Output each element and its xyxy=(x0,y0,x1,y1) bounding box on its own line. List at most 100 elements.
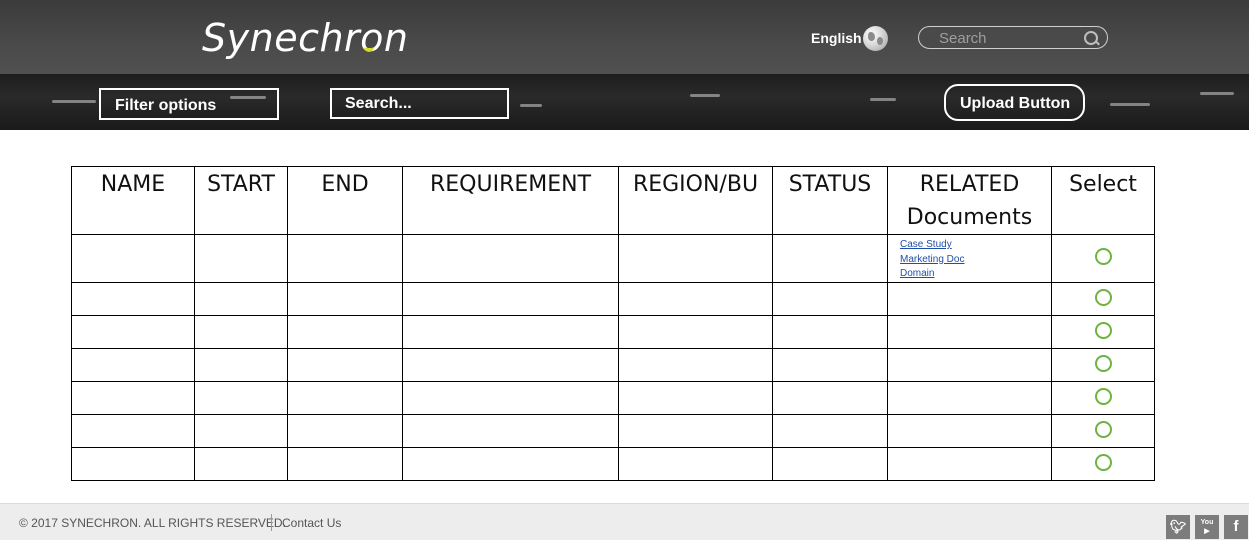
cell-end xyxy=(287,282,403,316)
cell-requirement xyxy=(402,414,619,448)
table-row xyxy=(71,348,1155,382)
twitter-icon[interactable]: 🐦︎ xyxy=(1166,515,1190,539)
cell-start xyxy=(194,234,288,283)
cell-related-documents xyxy=(887,315,1052,349)
select-radio[interactable] xyxy=(1094,288,1112,306)
decorative-streak xyxy=(52,100,96,103)
cell-end xyxy=(287,315,403,349)
select-radio[interactable] xyxy=(1094,420,1112,438)
cell-related-documents xyxy=(887,348,1052,382)
cell-region-bu xyxy=(618,381,773,415)
cell-status xyxy=(772,348,888,382)
decorative-streak xyxy=(1200,92,1234,95)
cell-status xyxy=(772,234,888,283)
select-radio[interactable] xyxy=(1094,354,1112,372)
language-selector[interactable]: English xyxy=(811,30,862,46)
cell-end xyxy=(287,234,403,283)
upload-button[interactable]: Upload Button xyxy=(944,84,1085,121)
cell-status xyxy=(772,381,888,415)
cell-region-bu xyxy=(618,348,773,382)
table-header-row: NAME START END REQUIREMENT REGION/BU STA… xyxy=(71,166,1155,235)
cell-select xyxy=(1051,315,1155,349)
cell-end xyxy=(287,414,403,448)
cell-related-documents xyxy=(887,381,1052,415)
cell-region-bu xyxy=(618,234,773,283)
cell-select xyxy=(1051,381,1155,415)
select-radio[interactable] xyxy=(1094,248,1112,265)
column-header-requirement: REQUIREMENT xyxy=(402,166,619,235)
cell-related-documents xyxy=(887,282,1052,316)
cell-region-bu xyxy=(618,414,773,448)
cell-requirement xyxy=(402,447,619,481)
select-radio[interactable] xyxy=(1094,453,1112,471)
cell-requirement xyxy=(402,348,619,382)
decorative-streak xyxy=(870,98,896,101)
footer-divider xyxy=(271,514,272,531)
cell-name xyxy=(71,234,195,283)
cell-region-bu xyxy=(618,282,773,316)
cell-start xyxy=(194,381,288,415)
cell-select xyxy=(1051,282,1155,316)
cell-name xyxy=(71,315,195,349)
cell-end xyxy=(287,381,403,415)
cell-requirement xyxy=(402,315,619,349)
cell-related-documents xyxy=(887,447,1052,481)
table-row xyxy=(71,381,1155,415)
column-header-name: NAME xyxy=(71,166,195,235)
doc-link-domain[interactable]: Domain xyxy=(900,267,1051,282)
search-icon[interactable] xyxy=(1084,31,1098,45)
cell-select xyxy=(1051,234,1155,283)
documents-table: NAME START END REQUIREMENT REGION/BU STA… xyxy=(71,166,1155,481)
cell-name xyxy=(71,414,195,448)
header-search-input[interactable] xyxy=(937,28,1081,49)
select-radio[interactable] xyxy=(1094,387,1112,405)
cell-name xyxy=(71,348,195,382)
column-header-end: END xyxy=(287,166,403,235)
synechron-logo[interactable]: Synechron xyxy=(202,14,409,62)
table-row xyxy=(71,282,1155,316)
decorative-streak xyxy=(690,94,720,97)
doc-link-case-study[interactable]: Case Study xyxy=(900,238,1051,253)
cell-end xyxy=(287,447,403,481)
cell-related-documents: Case Study Marketing Doc Domain xyxy=(887,234,1052,283)
table-row xyxy=(71,414,1155,448)
column-header-select: Select xyxy=(1051,166,1155,235)
globe-icon[interactable] xyxy=(863,26,888,51)
header-search-box[interactable] xyxy=(918,26,1108,49)
column-header-related-documents: RELATED Documents xyxy=(887,166,1052,235)
youtube-icon[interactable]: You ▶ xyxy=(1195,515,1219,539)
cell-start xyxy=(194,315,288,349)
decorative-streak xyxy=(1110,103,1150,106)
facebook-icon[interactable]: f xyxy=(1224,515,1248,539)
cell-select xyxy=(1051,447,1155,481)
site-header: Synechron English xyxy=(0,0,1249,74)
cell-select xyxy=(1051,348,1155,382)
filter-options-button[interactable]: Filter options xyxy=(99,88,279,120)
toolbar-search-box[interactable]: Search... xyxy=(330,88,509,119)
table-row xyxy=(71,447,1155,481)
table-row: Case Study Marketing Doc Domain xyxy=(71,234,1155,283)
cell-related-documents xyxy=(887,414,1052,448)
column-header-status: STATUS xyxy=(772,166,888,235)
cell-start xyxy=(194,447,288,481)
cell-name xyxy=(71,447,195,481)
select-radio[interactable] xyxy=(1094,321,1112,339)
cell-name xyxy=(71,282,195,316)
table-row xyxy=(71,315,1155,349)
column-header-start: START xyxy=(194,166,288,235)
doc-link-marketing-doc[interactable]: Marketing Doc xyxy=(900,253,1051,268)
cell-start xyxy=(194,348,288,382)
cell-status xyxy=(772,447,888,481)
cell-requirement xyxy=(402,381,619,415)
column-header-region-bu: REGION/BU xyxy=(618,166,773,235)
copyright-text: © 2017 SYNECHRON. ALL RIGHTS RESERVED. xyxy=(19,516,286,530)
cell-end xyxy=(287,348,403,382)
cell-status xyxy=(772,282,888,316)
cell-select xyxy=(1051,414,1155,448)
cell-region-bu xyxy=(618,315,773,349)
cell-region-bu xyxy=(618,447,773,481)
cell-start xyxy=(194,282,288,316)
site-footer: © 2017 SYNECHRON. ALL RIGHTS RESERVED. C… xyxy=(0,503,1249,540)
contact-us-link[interactable]: Contact Us xyxy=(282,516,341,530)
decorative-streak xyxy=(520,104,542,107)
